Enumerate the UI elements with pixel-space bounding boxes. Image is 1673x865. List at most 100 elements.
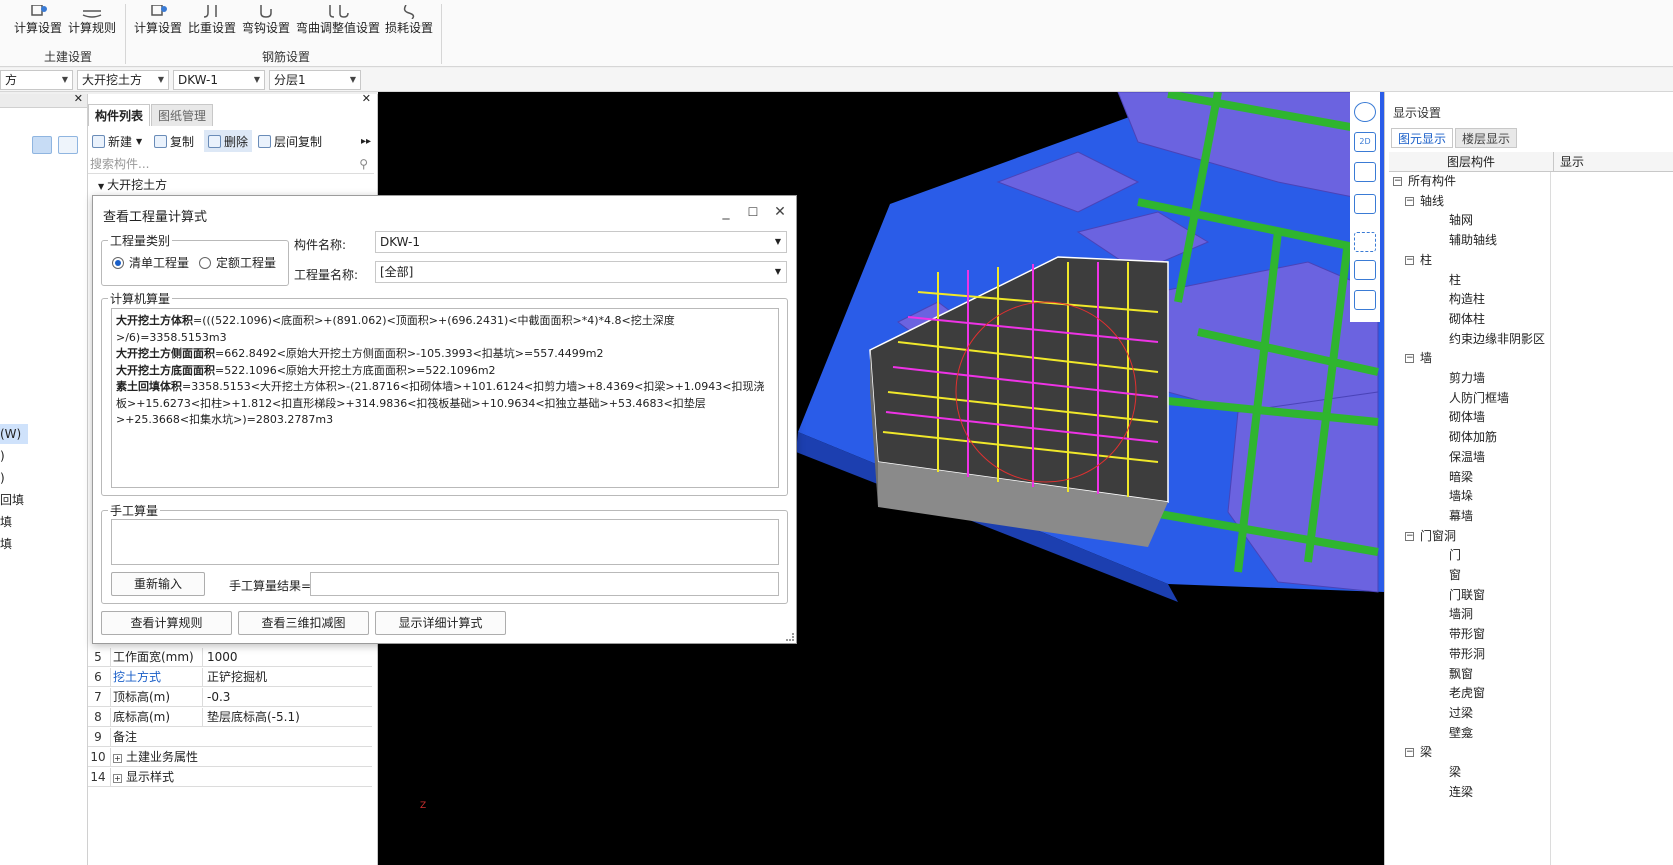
floor-type-select[interactable]: 方 ▼ xyxy=(0,70,73,90)
cube-icon[interactable] xyxy=(1354,162,1376,182)
layer-tree-item[interactable]: 砌体墙 xyxy=(1427,408,1485,427)
layer-tree-item[interactable]: 人防门框墙 xyxy=(1427,389,1509,408)
layer-tree-item[interactable]: 过梁 xyxy=(1427,704,1473,723)
cube-icon[interactable] xyxy=(1354,194,1376,214)
component-search-input[interactable]: 搜索构件... ⚲ xyxy=(88,154,374,174)
layer-tree-item[interactable]: − 轴线 xyxy=(1405,192,1444,211)
layer-tree-item[interactable]: 墙洞 xyxy=(1427,605,1473,624)
loss-settings-button[interactable]: 损耗设置 xyxy=(384,0,434,36)
resize-grip-icon[interactable] xyxy=(786,633,794,641)
radio-bill-quantity[interactable]: 清单工程量 xyxy=(112,254,189,271)
tab-floor-display[interactable]: 楼层显示 xyxy=(1455,128,1518,148)
layer-tree-item[interactable]: − 所有构件 xyxy=(1393,172,1456,191)
maximize-icon[interactable]: ☐ xyxy=(743,202,763,222)
layer-tree-item[interactable]: 构造柱 xyxy=(1427,290,1485,309)
manual-result-input[interactable] xyxy=(310,572,779,596)
layer-tree-item[interactable]: 轴网 xyxy=(1427,211,1473,230)
collapse-icon[interactable]: − xyxy=(1405,748,1414,758)
property-value[interactable]: 正铲挖掘机 xyxy=(202,668,372,687)
tab-element-display[interactable]: 图元显示 xyxy=(1391,128,1454,148)
layer-tree-item[interactable]: 砌体加筋 xyxy=(1427,428,1497,447)
2d-view-button[interactable]: 2D xyxy=(1354,132,1376,152)
nav-item[interactable]: 回填 xyxy=(0,490,24,510)
layer-tree-item[interactable]: 老虎窗 xyxy=(1427,684,1485,703)
close-icon[interactable]: ✕ xyxy=(362,92,371,105)
search-icon[interactable]: ⚲ xyxy=(359,154,368,174)
property-value[interactable]: 1000 xyxy=(202,648,372,667)
layer-tree-item[interactable]: 约束边缘非阴影区 xyxy=(1427,330,1545,349)
layer-tree-item[interactable]: 剪力墙 xyxy=(1427,369,1485,388)
layer-tree-item[interactable]: 梁 xyxy=(1427,763,1461,782)
view-3d-deduction-button[interactable]: 查看三维扣减图 xyxy=(238,611,369,635)
layer-tree-item[interactable]: 保温墙 xyxy=(1427,448,1485,467)
nav-item[interactable]: 填 xyxy=(0,534,12,554)
manual-formula-input[interactable] xyxy=(111,519,779,565)
layer-tree-item[interactable]: 门 xyxy=(1427,546,1461,565)
layer-tree-item[interactable]: 砌体柱 xyxy=(1427,310,1485,329)
bend-adjust-settings-button[interactable]: 弯曲调整值设置 xyxy=(296,0,380,36)
reinput-button[interactable]: 重新输入 xyxy=(111,572,205,596)
nav-item-selected[interactable]: (W) xyxy=(0,424,28,444)
property-row[interactable]: 9 备注 xyxy=(88,728,372,747)
property-value[interactable]: -0.3 xyxy=(202,688,372,707)
nav-item[interactable]: ) xyxy=(0,446,5,466)
hook-settings-button[interactable]: 弯钩设置 xyxy=(241,0,291,36)
layer-tree-item[interactable]: − 门窗洞 xyxy=(1405,527,1456,546)
layer-tree-item[interactable]: 辅助轴线 xyxy=(1427,231,1497,250)
orbit-icon[interactable] xyxy=(1354,102,1376,122)
tab-drawing-management[interactable]: 图纸管理 xyxy=(151,104,214,126)
show-detail-formula-button[interactable]: 显示详细计算式 xyxy=(375,611,506,635)
tree-root-item[interactable]: ▼ 大开挖土方 xyxy=(98,176,167,193)
rebar-calc-settings-button[interactable]: 计算设置 xyxy=(133,0,183,36)
nav-item[interactable]: ) xyxy=(0,468,5,488)
layer-icon[interactable] xyxy=(1354,260,1376,280)
layer-tree-item[interactable]: 门联窗 xyxy=(1427,586,1485,605)
collapse-icon[interactable]: − xyxy=(1405,196,1414,206)
layer-select[interactable]: 分层1 ▼ xyxy=(269,70,361,90)
detail-view-icon[interactable] xyxy=(58,136,78,154)
collapse-icon[interactable]: − xyxy=(1393,177,1402,186)
close-icon[interactable]: ✕ xyxy=(74,92,83,105)
layer-tree-item[interactable]: 飘窗 xyxy=(1427,665,1473,684)
formula-text-area[interactable]: 大开挖土方体积=(((522.1096)<底面积>+(891.062)<顶面积>… xyxy=(111,308,779,488)
layer-tree-item[interactable]: − 梁 xyxy=(1405,743,1432,762)
layer-tree-item[interactable]: 墙垛 xyxy=(1427,487,1473,506)
layer-tree-item[interactable]: 暗梁 xyxy=(1427,468,1473,487)
layer-tree-item[interactable]: 带形洞 xyxy=(1427,645,1485,664)
component-name-select[interactable]: DKW-1 ▼ xyxy=(375,231,787,253)
list-view-icon[interactable] xyxy=(32,136,52,154)
calc-settings-button[interactable]: 计算设置 xyxy=(14,0,62,36)
close-icon[interactable]: ✕ xyxy=(770,202,790,222)
expand-icon[interactable]: + xyxy=(113,754,122,763)
collapse-icon[interactable]: − xyxy=(1405,531,1414,541)
layer-tree-item[interactable]: 窗 xyxy=(1427,566,1461,585)
density-settings-button[interactable]: 比重设置 xyxy=(187,0,237,36)
more-tools-icon[interactable]: ▸▸ xyxy=(361,130,371,152)
layer-tree-item[interactable]: 柱 xyxy=(1427,271,1461,290)
layer-tree-item[interactable]: − 墙 xyxy=(1405,349,1432,368)
calc-rules-button[interactable]: 计算规则 xyxy=(66,0,118,36)
quantity-name-select[interactable]: [全部] ▼ xyxy=(375,261,787,283)
floor-copy-button[interactable]: 层间复制 xyxy=(258,130,322,152)
fit-view-icon[interactable] xyxy=(1354,232,1376,252)
list-icon[interactable] xyxy=(1354,290,1376,310)
component-select[interactable]: DKW-1 ▼ xyxy=(173,70,265,90)
layer-tree-item[interactable]: − 柱 xyxy=(1405,251,1432,270)
radio-quota-quantity[interactable]: 定额工程量 xyxy=(199,254,276,271)
collapse-icon[interactable]: − xyxy=(1405,354,1414,364)
minimize-icon[interactable]: _ xyxy=(716,202,736,222)
component-type-select[interactable]: 大开挖土方 ▼ xyxy=(77,70,169,90)
new-button[interactable]: 新建 ▼ xyxy=(92,130,142,152)
expand-icon[interactable]: + xyxy=(113,774,122,783)
tab-component-list[interactable]: 构件列表 xyxy=(88,104,151,126)
layer-tree-item[interactable]: 连梁 xyxy=(1427,783,1473,802)
property-row[interactable]: 6 挖土方式 正铲挖掘机 xyxy=(88,668,372,687)
copy-button[interactable]: 复制 xyxy=(154,130,194,152)
property-row[interactable]: 8 底标高(m) 垫层底标高(-5.1) xyxy=(88,708,372,727)
layer-tree-item[interactable]: 带形窗 xyxy=(1427,625,1485,644)
property-row-group[interactable]: 14 + 显示样式 xyxy=(88,768,372,787)
delete-button[interactable]: 删除 xyxy=(204,130,253,152)
property-row[interactable]: 7 顶标高(m) -0.3 xyxy=(88,688,372,707)
layer-tree-item[interactable]: 幕墙 xyxy=(1427,507,1473,526)
collapse-icon[interactable]: − xyxy=(1405,255,1414,265)
